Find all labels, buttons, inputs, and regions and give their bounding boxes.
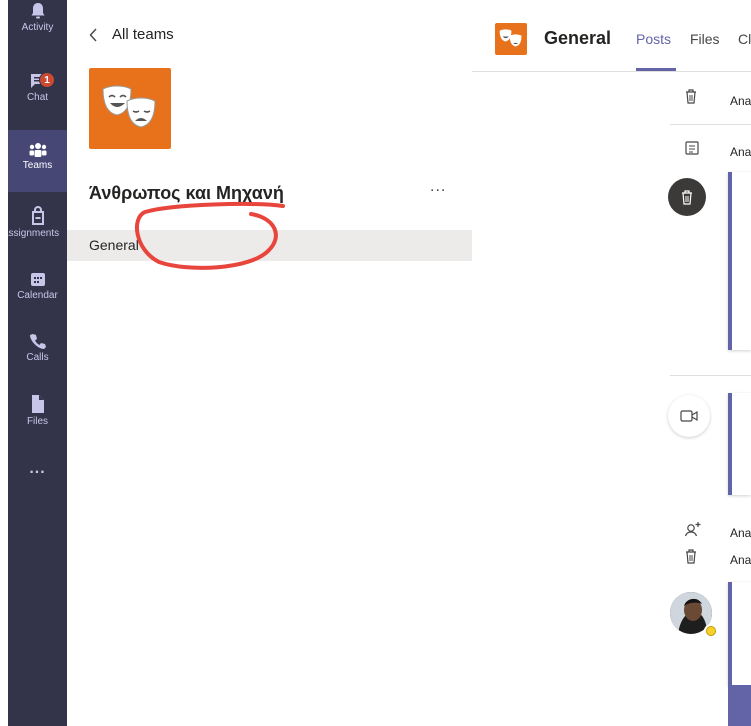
feed-divider	[670, 375, 751, 376]
chat-badge: 1	[39, 72, 55, 88]
theater-masks-icon	[102, 85, 156, 128]
feed-event-text: Ana	[730, 94, 751, 108]
new-conversation-bar[interactable]	[728, 685, 751, 726]
deleted-message-avatar	[668, 178, 706, 216]
rail-item-label: Assignments	[8, 228, 60, 239]
rail-item-activity[interactable]: Activity	[8, 0, 67, 62]
rail-item-label: Calls	[26, 352, 49, 363]
delete-icon	[682, 190, 692, 205]
app-rail: Activity Chat Teams Assignments Calendar…	[8, 0, 67, 726]
all-teams-label: All teams	[112, 26, 174, 43]
rail-item-label: Calendar	[17, 290, 58, 301]
rail-item-label: Files	[26, 416, 49, 427]
phone-icon	[29, 334, 46, 349]
team-panel: All teams Άνθρωπος και Μηχανή ... Genera…	[67, 0, 472, 726]
feed-event-text: Ana	[730, 553, 751, 567]
channel-main: General Posts Files Cl Ana Ana Ana Ana	[472, 0, 751, 726]
rail-item-calendar[interactable]: Calendar	[8, 266, 67, 328]
channel-header: General Posts Files Cl	[472, 0, 751, 72]
active-tab-indicator	[636, 68, 676, 71]
tab-class-notebook[interactable]: Cl	[738, 31, 751, 47]
all-teams-link[interactable]: All teams	[89, 26, 174, 43]
feed-event-text: Ana	[730, 145, 751, 159]
rail-item-assignments[interactable]: Assignments	[8, 200, 67, 262]
meeting-card[interactable]	[728, 393, 751, 495]
team-more-options-button[interactable]: ...	[430, 178, 446, 196]
more-apps-label: ...	[29, 460, 46, 477]
meeting-avatar	[668, 395, 710, 437]
rail-item-teams[interactable]: Teams	[8, 130, 67, 192]
channel-title: General	[544, 28, 612, 48]
team-avatar	[89, 68, 171, 149]
presence-away-indicator	[704, 624, 718, 638]
message-card[interactable]	[728, 582, 751, 686]
delete-icon	[686, 549, 696, 564]
channel-label: General	[89, 237, 139, 253]
rail-item-label: Activity	[21, 22, 54, 33]
channel-team-icon	[495, 23, 527, 55]
document-icon	[685, 141, 699, 155]
add-member-icon	[684, 522, 701, 537]
more-apps-button[interactable]: ...	[8, 460, 67, 490]
rail-item-label: Teams	[22, 160, 53, 171]
assignments-icon	[31, 206, 44, 225]
tab-posts[interactable]: Posts	[636, 31, 671, 47]
video-camera-icon	[680, 410, 698, 422]
window-edge	[0, 0, 8, 726]
rail-item-chat[interactable]: Chat	[8, 64, 67, 126]
file-icon	[31, 395, 44, 413]
rail-item-label: Chat	[26, 92, 49, 103]
chevron-left-icon	[89, 28, 97, 41]
delete-icon	[686, 89, 696, 104]
bell-icon	[31, 3, 44, 19]
calendar-icon	[30, 273, 45, 286]
teams-icon	[29, 143, 46, 157]
rail-item-calls[interactable]: Calls	[8, 330, 67, 392]
theater-masks-icon	[499, 29, 522, 47]
rail-item-files[interactable]: Files	[8, 392, 67, 454]
red-annotation-circle	[135, 202, 285, 270]
message-card[interactable]	[728, 172, 751, 350]
feed-divider	[670, 124, 751, 125]
feed-event-text: Ana	[730, 526, 751, 540]
tab-files[interactable]: Files	[690, 31, 720, 47]
